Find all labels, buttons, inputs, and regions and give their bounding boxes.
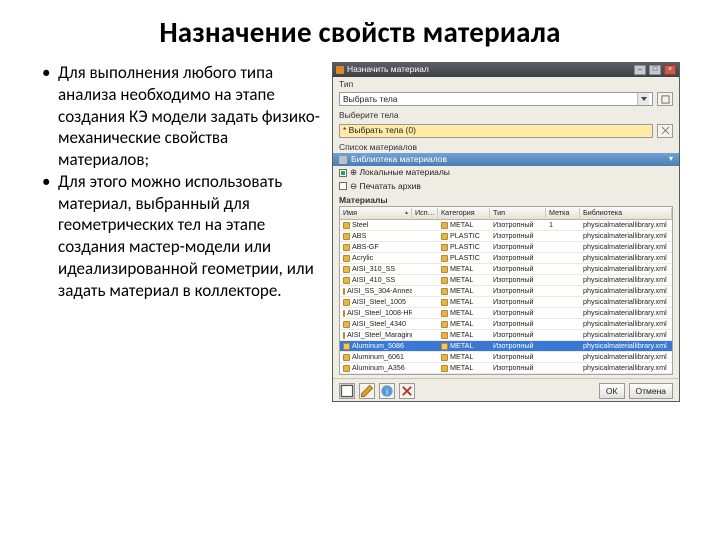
svg-text:i: i bbox=[386, 387, 388, 397]
dialog-toolbar: i ОК Отмена bbox=[333, 378, 679, 401]
material-icon bbox=[343, 332, 345, 339]
bullet-item: Для этого можно использовать материал, в… bbox=[40, 171, 320, 302]
material-icon bbox=[343, 222, 350, 229]
materials-label: Материалы bbox=[333, 193, 679, 206]
chevron-down-icon: ▾ bbox=[669, 155, 673, 164]
col-type[interactable]: Тип bbox=[490, 208, 546, 218]
new-material-button[interactable] bbox=[339, 383, 355, 399]
material-icon bbox=[343, 255, 350, 262]
col-category[interactable]: Категория bbox=[438, 208, 490, 218]
material-icon bbox=[343, 343, 350, 350]
print-archive-label: ⊖ Печатать архив bbox=[350, 182, 421, 191]
library-header[interactable]: Библиотека материалов ▾ bbox=[333, 153, 679, 166]
library-icon bbox=[339, 156, 347, 164]
table-row[interactable]: AISI_310_SSMETALИзотропныйphysicalmateri… bbox=[340, 264, 672, 275]
table-header: Имя▴ Исп…▴ Категория Тип Метка Библиотек… bbox=[340, 207, 672, 220]
folder-icon bbox=[441, 255, 448, 262]
table-body: SteelMETALИзотропный1physicalmateriallib… bbox=[340, 220, 672, 374]
folder-icon bbox=[441, 222, 448, 229]
table-row[interactable]: Aluminum_5086METALИзотропныйphysicalmate… bbox=[340, 341, 672, 352]
table-row[interactable]: Aluminum_A356METALИзотропныйphysicalmate… bbox=[340, 363, 672, 374]
library-header-label: Библиотека материалов bbox=[351, 155, 447, 164]
folder-icon bbox=[441, 343, 448, 350]
folder-icon bbox=[441, 233, 448, 240]
table-row[interactable]: ABSPLASTICИзотропныйphysicalmateriallibr… bbox=[340, 231, 672, 242]
material-icon bbox=[343, 365, 350, 372]
dialog-icon bbox=[336, 66, 344, 74]
table-row[interactable]: AISI_SS_304-AnnealedMETALИзотропныйphysi… bbox=[340, 286, 672, 297]
choose-body-label: Выберите тела bbox=[333, 108, 679, 121]
material-icon bbox=[343, 233, 350, 240]
dialog-title: Назначить материал bbox=[347, 65, 429, 74]
material-icon bbox=[343, 310, 345, 317]
col-library[interactable]: Библиотека bbox=[580, 208, 672, 218]
table-row[interactable]: Aluminum_6061METALИзотропныйphysicalmate… bbox=[340, 352, 672, 363]
table-row[interactable]: AISI_Steel_1005METALИзотропныйphysicalma… bbox=[340, 297, 672, 308]
folder-icon bbox=[441, 277, 448, 284]
choose-body-field[interactable]: * Выбрать тела (0) bbox=[339, 124, 653, 138]
table-row[interactable]: AISI_Steel_MaragingMETALИзотропныйphysic… bbox=[340, 330, 672, 341]
edit-material-button[interactable] bbox=[359, 383, 375, 399]
folder-icon bbox=[441, 321, 448, 328]
folder-icon bbox=[441, 299, 448, 306]
dialog-titlebar: Назначить материал ‒ □ × bbox=[333, 63, 679, 77]
type-dropdown[interactable]: Выбрать тела bbox=[339, 92, 653, 106]
bullet-list: Для выполнения любого типа анализа необх… bbox=[40, 62, 320, 301]
maximize-button[interactable]: □ bbox=[649, 65, 661, 75]
table-row[interactable]: AISI_Steel_1008-HRMETALИзотропныйphysica… bbox=[340, 308, 672, 319]
folder-icon bbox=[441, 354, 448, 361]
material-icon bbox=[343, 244, 350, 251]
material-icon bbox=[343, 288, 345, 295]
section-type-label: Тип bbox=[333, 77, 679, 90]
delete-button[interactable] bbox=[399, 383, 415, 399]
material-dialog: Назначить материал ‒ □ × Тип Выбрать тел… bbox=[332, 62, 680, 402]
table-row[interactable]: ABS-GFPLASTICИзотропныйphysicalmateriall… bbox=[340, 242, 672, 253]
folder-icon bbox=[441, 365, 448, 372]
material-icon bbox=[343, 266, 350, 273]
close-button[interactable]: × bbox=[664, 65, 676, 75]
folder-icon bbox=[441, 288, 448, 295]
materials-table: Имя▴ Исп…▴ Категория Тип Метка Библиотек… bbox=[339, 206, 673, 375]
material-list-label: Список материалов bbox=[333, 140, 679, 153]
info-button[interactable]: i bbox=[379, 383, 395, 399]
chevron-down-icon bbox=[637, 93, 649, 105]
material-icon bbox=[343, 299, 350, 306]
table-row[interactable]: AISI_Steel_4340METALИзотропныйphysicalma… bbox=[340, 319, 672, 330]
folder-icon bbox=[441, 266, 448, 273]
ok-button[interactable]: ОК bbox=[599, 383, 625, 399]
type-dropdown-value: Выбрать тела bbox=[343, 95, 398, 104]
bullet-item: Для выполнения любого типа анализа необх… bbox=[40, 62, 320, 171]
folder-icon bbox=[441, 244, 448, 251]
choose-body-value: * Выбрать тела (0) bbox=[343, 126, 416, 135]
folder-icon bbox=[441, 310, 448, 317]
table-row[interactable]: AcrylicPLASTICИзотропныйphysicalmaterial… bbox=[340, 253, 672, 264]
material-icon bbox=[343, 321, 350, 328]
material-icon bbox=[343, 277, 350, 284]
folder-icon bbox=[441, 332, 448, 339]
table-row[interactable]: SteelMETALИзотропный1physicalmateriallib… bbox=[340, 220, 672, 231]
table-row[interactable]: AISI_410_SSMETALИзотропныйphysicalmateri… bbox=[340, 275, 672, 286]
minimize-button[interactable]: ‒ bbox=[634, 65, 646, 75]
cancel-button[interactable]: Отмена bbox=[629, 383, 674, 399]
local-materials-label: ⊕ Локальные материалы bbox=[350, 168, 450, 177]
col-used[interactable]: Исп…▴ bbox=[412, 208, 438, 218]
choose-body-picker-button[interactable] bbox=[657, 124, 673, 138]
local-materials-checkbox[interactable] bbox=[339, 169, 347, 177]
slide-title: Назначение свойств материала bbox=[40, 14, 680, 50]
type-picker-button[interactable] bbox=[657, 92, 673, 106]
col-name[interactable]: Имя▴ bbox=[340, 208, 412, 218]
material-icon bbox=[343, 354, 350, 361]
print-archive-checkbox[interactable] bbox=[339, 182, 347, 190]
col-label[interactable]: Метка bbox=[546, 208, 580, 218]
